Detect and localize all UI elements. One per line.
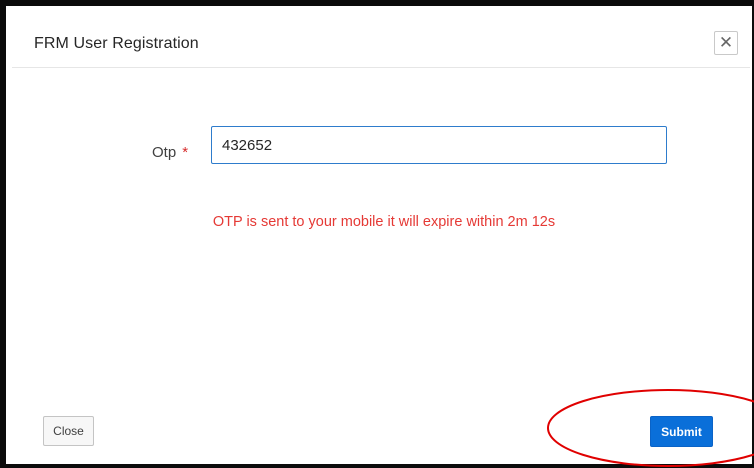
close-icon[interactable]: ✕ — [714, 31, 738, 55]
otp-label-text: Otp — [152, 144, 177, 161]
required-marker: * — [182, 144, 189, 161]
screenshot-frame: FRM User Registration ✕ Otp * OTP is sent… — [0, 0, 754, 468]
otp-label: Otp * — [152, 144, 188, 161]
dialog-header: FRM User Registration ✕ — [12, 12, 750, 68]
submit-button[interactable]: Submit — [650, 416, 713, 447]
dialog-title: FRM User Registration — [34, 35, 199, 52]
otp-expiry-message: OTP is sent to your mobile it will expir… — [212, 214, 556, 230]
otp-input[interactable] — [211, 126, 667, 164]
close-button[interactable]: Close — [43, 416, 94, 446]
registration-dialog: FRM User Registration ✕ Otp * OTP is sent… — [12, 12, 750, 460]
